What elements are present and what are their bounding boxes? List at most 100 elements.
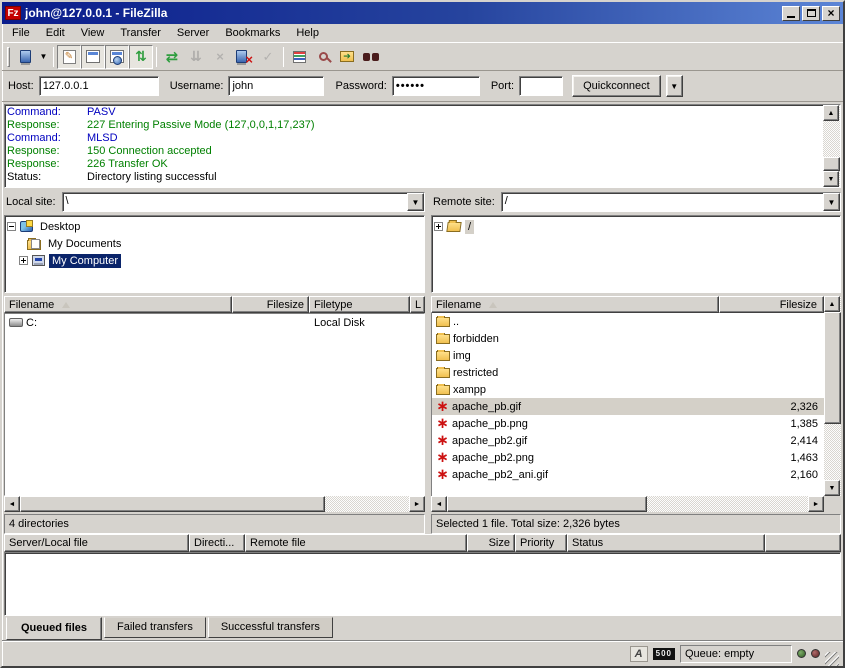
remote-file-row[interactable]: .. (432, 313, 824, 330)
resize-grip-icon[interactable] (825, 652, 839, 666)
filter-button[interactable] (287, 45, 311, 69)
port-input[interactable] (519, 76, 563, 96)
scroll-down-icon[interactable]: ▼ (824, 480, 840, 496)
scrollbar-track[interactable] (325, 496, 409, 512)
queue-column-status[interactable]: Status (567, 534, 765, 552)
site-manager-button[interactable] (13, 45, 37, 69)
tab-successful-transfers[interactable]: Successful transfers (208, 617, 333, 638)
remote-site-combo[interactable]: / ▼ (501, 192, 841, 212)
menu-server[interactable]: Server (169, 25, 217, 41)
reconnect-button[interactable]: ✓ (256, 45, 280, 69)
scroll-up-icon[interactable]: ▲ (824, 296, 840, 312)
local-tree[interactable]: Desktop My Documents My Computer (4, 215, 425, 293)
remote-horizontal-scrollbar[interactable]: ◄ ► (431, 496, 824, 512)
remote-file-row[interactable]: ∗apache_pb.png1,385 (432, 415, 824, 432)
queue-list[interactable] (4, 552, 841, 616)
chevron-down-icon[interactable]: ▼ (407, 193, 424, 211)
password-input[interactable]: •••••• (392, 76, 480, 96)
process-queue-button[interactable]: ⇊ (184, 45, 208, 69)
menu-file[interactable]: File (4, 25, 38, 41)
remote-file-row-selected[interactable]: ∗apache_pb.gif2,326 (432, 398, 824, 415)
transfer-type-indicator[interactable]: A (630, 646, 648, 662)
tab-failed-transfers[interactable]: Failed transfers (104, 617, 206, 638)
toggle-remote-tree-button[interactable] (105, 45, 129, 69)
synchronized-browsing-button[interactable]: ➔ (335, 45, 359, 69)
menu-bookmarks[interactable]: Bookmarks (217, 25, 288, 41)
scroll-up-icon[interactable]: ▲ (823, 105, 839, 121)
minimize-button[interactable] (782, 6, 800, 21)
remote-file-row[interactable]: ∗apache_pb2_ani.gif2,160 (432, 466, 824, 483)
scrollbar-thumb[interactable] (447, 496, 647, 512)
local-column-filesize[interactable]: Filesize (232, 296, 309, 313)
expand-icon[interactable] (434, 222, 443, 231)
username-input[interactable]: john (228, 76, 324, 96)
scrollbar-thumb[interactable] (823, 157, 840, 171)
toggle-queue-button[interactable]: ⇅ (129, 45, 153, 69)
toggle-message-log-button[interactable]: ✎ (57, 45, 81, 69)
scroll-left-icon[interactable]: ◄ (431, 496, 447, 512)
local-site-combo[interactable]: \ ▼ (62, 192, 425, 212)
disconnect-button[interactable]: × (232, 45, 256, 69)
remote-file-row[interactable]: restricted (432, 364, 824, 381)
tab-queued-files[interactable]: Queued files (6, 617, 102, 640)
local-column-lastmodified[interactable]: L (410, 296, 425, 313)
close-button[interactable]: × (822, 6, 840, 21)
scrollbar-track[interactable] (647, 496, 808, 512)
remote-column-filename[interactable]: Filename (431, 296, 719, 313)
menu-view[interactable]: View (73, 25, 113, 41)
queue-column-remote-file[interactable]: Remote file (245, 534, 467, 552)
chevron-down-icon[interactable]: ▼ (823, 193, 840, 211)
remote-file-row[interactable]: forbidden (432, 330, 824, 347)
remote-vertical-scrollbar[interactable]: ▲ ▼ (824, 296, 841, 496)
local-file-list[interactable]: C: Local Disk (4, 313, 425, 496)
message-log[interactable]: Command:PASV Response:227 Entering Passi… (5, 105, 823, 187)
remote-site-value[interactable]: / (502, 193, 823, 211)
remote-file-row[interactable]: ∗apache_pb2.gif2,414 (432, 432, 824, 449)
remote-tree[interactable]: / (431, 215, 841, 293)
queue-column-size[interactable]: Size (467, 534, 515, 552)
local-file-row[interactable]: C: Local Disk (5, 314, 424, 331)
remote-file-row[interactable]: ∗apache_pb2.png1,463 (432, 449, 824, 466)
scroll-down-icon[interactable]: ▼ (823, 171, 839, 187)
site-manager-dropdown-button[interactable]: ▼ (37, 45, 50, 69)
quickconnect-dropdown-button[interactable]: ▼ (666, 75, 683, 97)
log-vertical-scrollbar[interactable]: ▲ ▼ (823, 105, 840, 187)
remote-file-list[interactable]: .. forbidden img restricted xampp ∗apach… (431, 313, 824, 496)
host-input[interactable]: 127.0.0.1 (39, 76, 159, 96)
tree-item-my-computer[interactable]: My Computer (7, 252, 422, 269)
expand-icon[interactable] (19, 256, 28, 265)
toggle-local-tree-button[interactable] (81, 45, 105, 69)
quickconnect-button[interactable]: Quickconnect (572, 75, 661, 97)
directory-comparison-button[interactable] (311, 45, 335, 69)
scroll-right-icon[interactable]: ► (409, 496, 425, 512)
tree-item-root[interactable]: / (434, 218, 838, 235)
collapse-icon[interactable] (7, 222, 16, 231)
scrollbar-thumb[interactable] (20, 496, 325, 512)
indicator-badge[interactable]: 500 (653, 648, 675, 660)
menu-transfer[interactable]: Transfer (112, 25, 169, 41)
menu-help[interactable]: Help (288, 25, 327, 41)
scrollbar-thumb[interactable] (824, 312, 841, 424)
local-column-filename[interactable]: Filename (4, 296, 232, 313)
local-site-value[interactable]: \ (63, 193, 407, 211)
remote-file-row[interactable]: xampp (432, 381, 824, 398)
queue-column-direction[interactable]: Directi... (189, 534, 245, 552)
local-column-filetype[interactable]: Filetype (309, 296, 410, 313)
menu-edit[interactable]: Edit (38, 25, 73, 41)
queue-column-local-file[interactable]: Server/Local file (4, 534, 189, 552)
scroll-right-icon[interactable]: ► (808, 496, 824, 512)
local-horizontal-scrollbar[interactable]: ◄ ► (4, 496, 425, 512)
scrollbar-track[interactable] (823, 121, 840, 157)
scroll-left-icon[interactable]: ◄ (4, 496, 20, 512)
title-bar[interactable]: Fz john@127.0.0.1 - FileZilla × (2, 2, 843, 24)
tree-item-desktop[interactable]: Desktop (7, 218, 422, 235)
refresh-button[interactable]: ⇄ (160, 45, 184, 69)
cancel-operation-button[interactable]: × (208, 45, 232, 69)
tree-item-my-documents[interactable]: My Documents (7, 235, 422, 252)
maximize-button[interactable] (802, 6, 820, 21)
scrollbar-track[interactable] (824, 424, 841, 480)
find-files-button[interactable] (359, 45, 383, 69)
queue-column-priority[interactable]: Priority (515, 534, 567, 552)
remote-column-filesize[interactable]: Filesize (719, 296, 824, 313)
remote-file-row[interactable]: img (432, 347, 824, 364)
